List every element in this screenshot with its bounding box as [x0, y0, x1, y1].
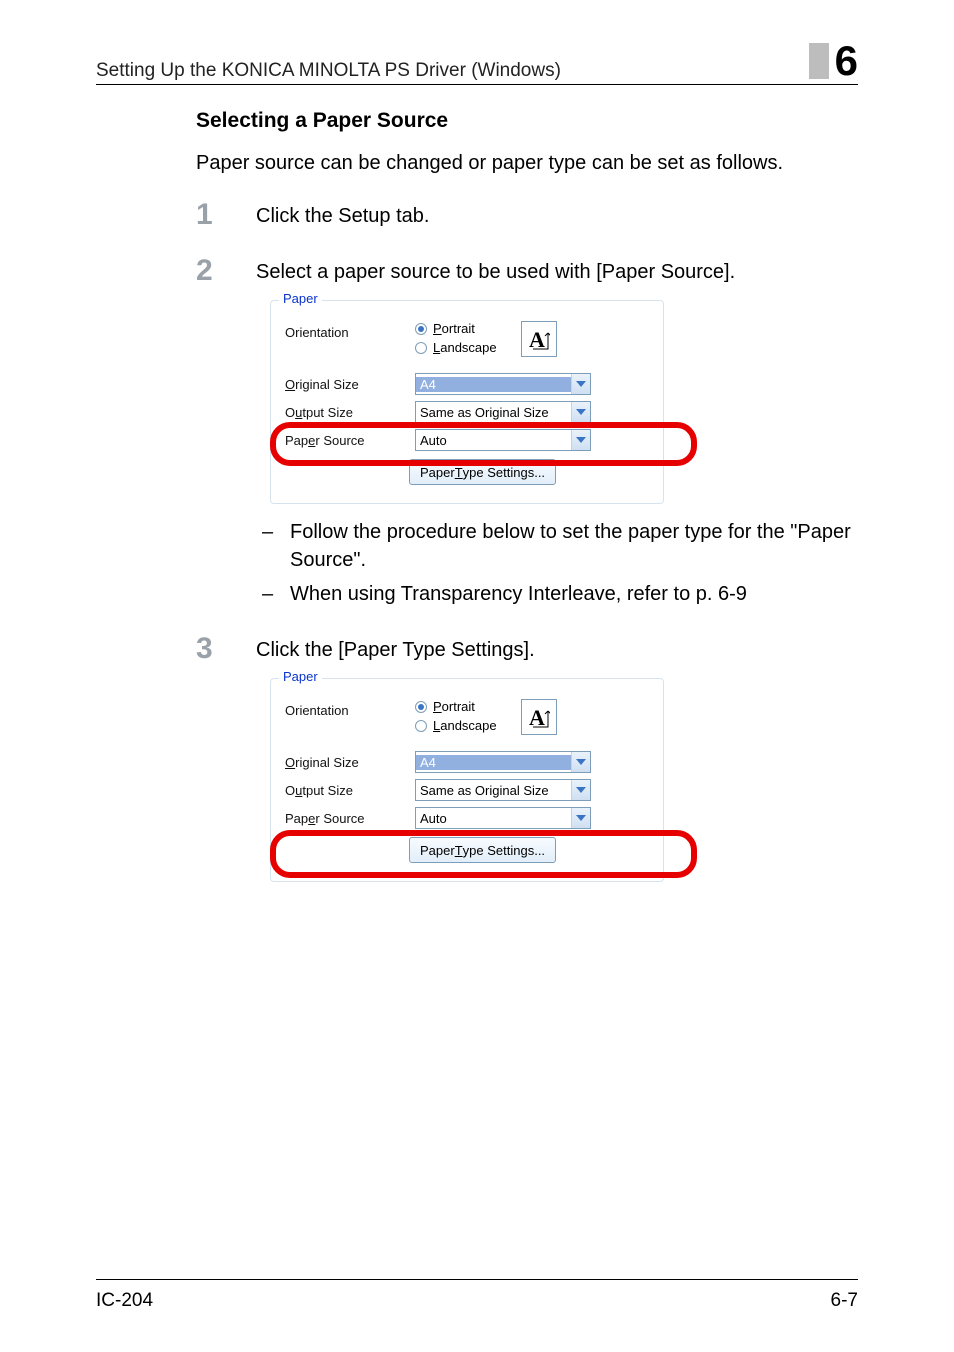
step-3-text: Click the [Paper Type Settings].: [256, 636, 858, 664]
radio-icon: [415, 342, 427, 354]
chevron-down-icon: [571, 374, 590, 394]
orientation-label: Orientation: [285, 321, 415, 340]
orientation-label: Orientation: [285, 699, 415, 718]
original-size-value: A4: [416, 377, 571, 392]
paper-type-settings-button[interactable]: Paper Type Settings...: [409, 837, 556, 863]
chevron-down-icon: [571, 808, 590, 828]
section-heading: Selecting a Paper Source: [196, 109, 858, 133]
step-2: 2 Select a paper source to be used with …: [196, 258, 858, 608]
output-size-value: Same as Original Size: [416, 783, 571, 798]
fieldset-legend: Paper: [279, 291, 322, 306]
chapter-stripe: [809, 43, 829, 79]
orientation-thumbnail: A: [521, 321, 557, 357]
paper-source-label: Paper Source: [285, 433, 415, 448]
portrait-radio[interactable]: Portrait: [415, 699, 497, 714]
radio-icon: [415, 720, 427, 732]
footer-right: 6-7: [831, 1290, 858, 1312]
paper-fieldset: PaperOrientationPortraitLandscapeAOrigin…: [270, 300, 664, 504]
step-2-number: 2: [196, 254, 213, 288]
radio-icon: [415, 701, 427, 713]
svg-text:A: A: [529, 705, 545, 729]
landscape-radio[interactable]: Landscape: [415, 340, 497, 355]
original-size-value: A4: [416, 755, 571, 770]
footer-left: IC-204: [96, 1290, 153, 1312]
output-size-combobox[interactable]: Same as Original Size: [415, 779, 591, 801]
original-size-combobox[interactable]: A4: [415, 373, 591, 395]
radio-icon: [415, 323, 427, 335]
paper-fieldset: PaperOrientationPortraitLandscapeAOrigin…: [270, 678, 664, 882]
paper-source-combobox[interactable]: Auto: [415, 429, 591, 451]
landscape-radio[interactable]: Landscape: [415, 718, 497, 733]
portrait-label: Portrait: [433, 699, 475, 714]
portrait-label: Portrait: [433, 321, 475, 336]
chevron-down-icon: [571, 430, 590, 450]
landscape-label: Landscape: [433, 718, 497, 733]
svg-text:A: A: [529, 327, 545, 351]
intro-paragraph: Paper source can be changed or paper typ…: [196, 149, 858, 178]
orientation-thumbnail: A: [521, 699, 557, 735]
paper-type-settings-button[interactable]: Paper Type Settings...: [409, 459, 556, 485]
landscape-label: Landscape: [433, 340, 497, 355]
paper-source-value: Auto: [416, 433, 571, 448]
output-size-value: Same as Original Size: [416, 405, 571, 420]
paper-source-combobox[interactable]: Auto: [415, 807, 591, 829]
step-1-number: 1: [196, 198, 213, 232]
step-2-text: Select a paper source to be used with [P…: [256, 258, 858, 286]
step-1: 1 Click the Setup tab.: [196, 202, 858, 230]
output-size-combobox[interactable]: Same as Original Size: [415, 401, 591, 423]
substep-1: Follow the procedure below to set the pa…: [256, 518, 858, 574]
step-3: 3 Click the [Paper Type Settings]. Paper…: [196, 636, 858, 882]
output-size-label: Output Size: [285, 405, 415, 420]
fieldset-legend: Paper: [279, 669, 322, 684]
chevron-down-icon: [571, 402, 590, 422]
original-size-combobox[interactable]: A4: [415, 751, 591, 773]
step-3-number: 3: [196, 632, 213, 666]
running-head-text: Setting Up the KONICA MINOLTA PS Driver …: [96, 60, 561, 82]
step-1-text: Click the Setup tab.: [256, 202, 858, 230]
portrait-radio[interactable]: Portrait: [415, 321, 497, 336]
chapter-number: 6: [835, 40, 858, 82]
chevron-down-icon: [571, 780, 590, 800]
original-size-label: Original Size: [285, 755, 415, 770]
substep-2: When using Transparency Interleave, refe…: [256, 580, 858, 608]
original-size-label: Original Size: [285, 377, 415, 392]
chapter-tab: 6: [809, 40, 858, 82]
output-size-label: Output Size: [285, 783, 415, 798]
paper-source-value: Auto: [416, 811, 571, 826]
chevron-down-icon: [571, 752, 590, 772]
paper-source-label: Paper Source: [285, 811, 415, 826]
